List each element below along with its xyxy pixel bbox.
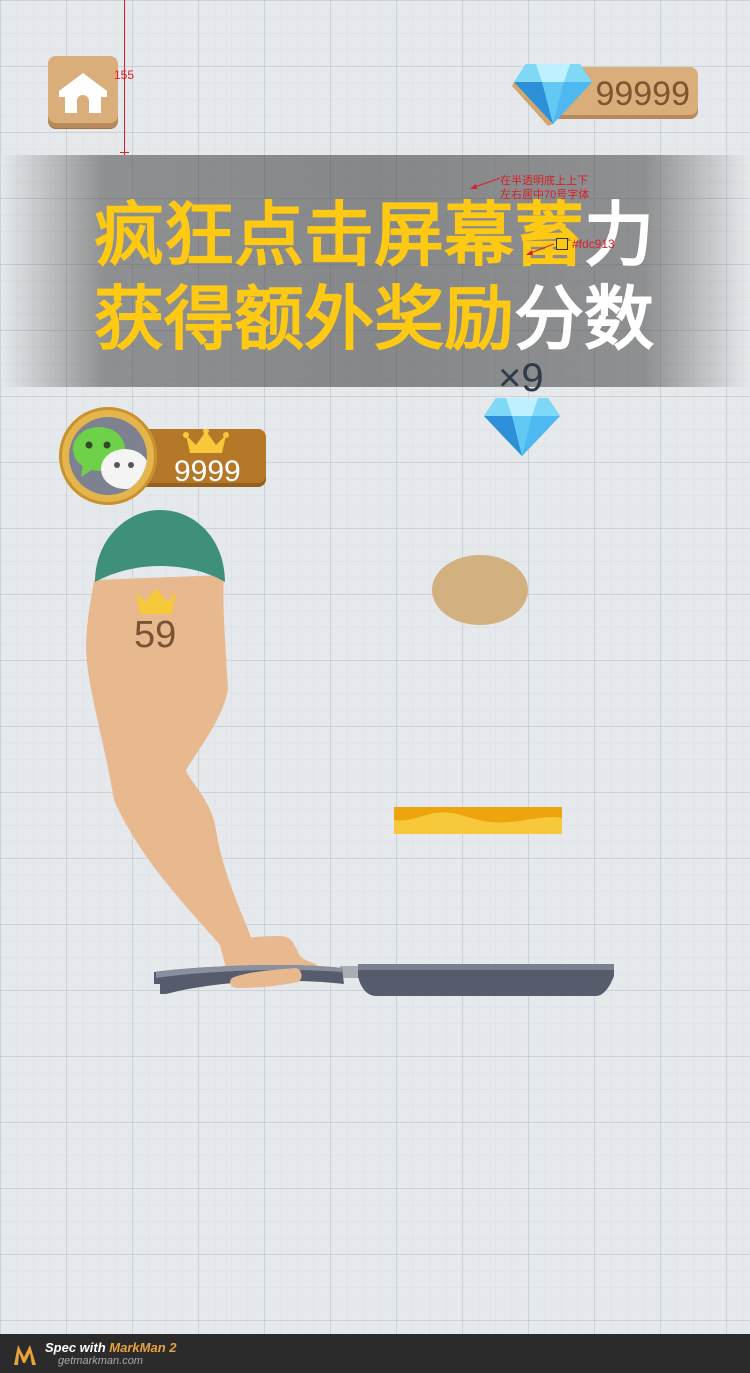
diamond-icon xyxy=(512,64,592,126)
wechat-icon xyxy=(73,427,147,489)
measure-cap xyxy=(120,152,129,153)
butter-block xyxy=(394,807,562,834)
color-swatch xyxy=(556,238,568,250)
color-label: #fdc913 xyxy=(572,237,615,251)
footer-title-prefix: Spec with xyxy=(45,1340,110,1355)
banner-line-1-yellow: 疯狂点击屏幕蓄 xyxy=(94,196,584,274)
annotation-arrow xyxy=(470,177,501,189)
home-icon xyxy=(59,73,107,113)
pancake xyxy=(432,555,528,625)
player-score: 9999 xyxy=(174,455,241,488)
home-button[interactable] xyxy=(48,56,118,128)
banner-title-line-1: 疯狂点击屏幕蓄力 xyxy=(94,195,654,275)
avatar-image xyxy=(69,417,147,495)
gem-count: 99999 xyxy=(595,75,690,113)
color-arrow xyxy=(526,243,555,255)
avatar[interactable] xyxy=(59,407,157,505)
banner-line-1-white: 力 xyxy=(584,196,654,274)
game-scene xyxy=(86,510,614,996)
arm-cap xyxy=(95,510,225,582)
diamond-icon xyxy=(484,398,560,456)
banner-line-2-yellow: 获得额外奖励 xyxy=(94,280,514,358)
banner-line-2-white: 分数 xyxy=(514,280,654,358)
markman-logo-icon xyxy=(14,1345,36,1365)
floating-score: 59 xyxy=(134,614,177,656)
footer-url[interactable]: getmarkman.com xyxy=(58,1355,143,1367)
measure-label: 155 xyxy=(114,68,135,82)
crown-icon xyxy=(183,429,229,453)
footer-title: Spec with MarkMan 2 xyxy=(45,1340,177,1355)
footer-brand: MarkMan 2 xyxy=(109,1340,177,1355)
spec-annotation: 在半透明底上上下左右居中70号字体 xyxy=(500,175,590,201)
banner-title-line-2: 获得额外奖励分数 xyxy=(94,279,654,359)
frying-pan xyxy=(154,964,614,996)
